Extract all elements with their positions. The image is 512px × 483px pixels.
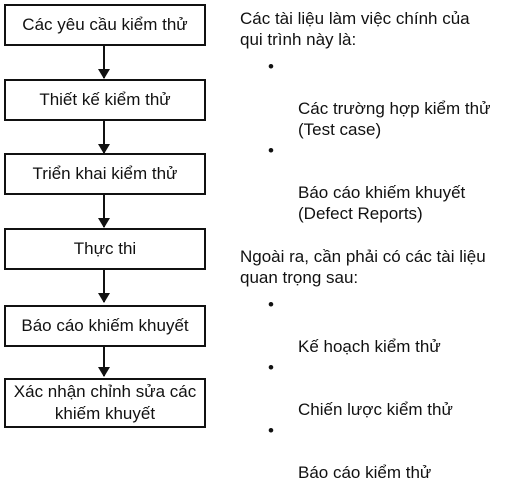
step-execution: Thực thi (4, 228, 206, 270)
flow-arrow (98, 270, 110, 303)
bullet-icon: • (268, 57, 274, 76)
extra-docs-list: • Kế hoạch kiểm thử • Chiến lược kiểm th… (240, 294, 510, 483)
step-defect-fix-verification: Xác nhận chỉnh sửa các khiếm khuyết (4, 378, 206, 428)
main-docs-list: • Các trường hợp kiểm thử (Test case) • … (240, 56, 510, 224)
flow-arrow (98, 195, 110, 228)
bullet-icon: • (268, 295, 274, 314)
step-label: Thiết kế kiểm thử (39, 90, 171, 109)
list-item-text: Các trường hợp kiểm thử (Test case) (298, 99, 491, 139)
bullet-icon: • (268, 141, 274, 160)
bullet-icon: • (268, 421, 274, 440)
list-item: • Chiến lược kiểm thử (240, 357, 510, 420)
step-test-design: Thiết kế kiểm thử (4, 79, 206, 121)
list-item: • Các trường hợp kiểm thử (Test case) (240, 56, 510, 140)
step-test-requirements: Các yêu cầu kiểm thử (4, 4, 206, 46)
list-item: • Báo cáo kiểm thử (240, 420, 510, 483)
step-label: Các yêu cầu kiểm thử (22, 15, 188, 34)
flow-arrow (98, 347, 110, 377)
step-label: Xác nhận chỉnh sửa các khiếm khuyết (13, 382, 197, 423)
main-docs-intro: Các tài liệu làm việc chính của qui trìn… (240, 9, 470, 49)
process-flowchart: Các yêu cầu kiểm thử Thiết kế kiểm thử T… (0, 0, 230, 430)
flow-arrow (98, 121, 110, 154)
bullet-icon: • (268, 358, 274, 377)
flow-arrow (98, 46, 110, 79)
list-item-text: Báo cáo kiểm thử (298, 463, 432, 482)
step-test-implementation: Triển khai kiểm thử (4, 153, 206, 195)
list-item: • Báo cáo khiếm khuyết (Defect Reports) (240, 140, 510, 224)
extra-docs-intro: Ngoài ra, cần phải có các tài liệu quan … (240, 247, 486, 287)
step-defect-report: Báo cáo khiếm khuyết (4, 305, 206, 347)
step-label: Triển khai kiểm thử (32, 164, 178, 183)
list-item-text: Chiến lược kiểm thử (298, 400, 453, 419)
notes-panel: Các tài liệu làm việc chính của qui trìn… (240, 8, 510, 483)
step-label: Báo cáo khiếm khuyết (21, 316, 189, 335)
step-label: Thực thi (73, 239, 137, 258)
list-item-text: Kế hoạch kiểm thử (298, 337, 441, 356)
list-item-text: Báo cáo khiếm khuyết (Defect Reports) (298, 183, 466, 223)
list-item: • Kế hoạch kiểm thử (240, 294, 510, 357)
